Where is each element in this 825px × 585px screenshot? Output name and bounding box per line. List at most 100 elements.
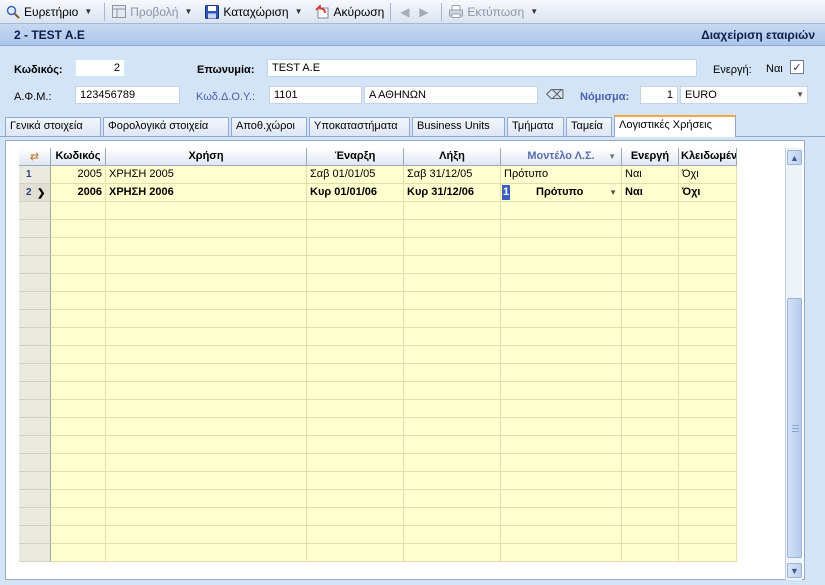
tab-departments[interactable]: Τμήματα	[507, 117, 564, 136]
grid-cell[interactable]	[501, 526, 622, 544]
grid-cell[interactable]	[404, 292, 501, 310]
grid-cell[interactable]	[404, 328, 501, 346]
grid-cell[interactable]	[679, 526, 737, 544]
grid-cell[interactable]	[622, 202, 679, 220]
grid-cell[interactable]	[307, 256, 404, 274]
grid-cell[interactable]	[404, 544, 501, 562]
grid-cell[interactable]	[404, 202, 501, 220]
grid-cell[interactable]	[622, 364, 679, 382]
cell-end[interactable]: Σαβ 31/12/05	[404, 166, 501, 184]
grid-cell[interactable]	[622, 490, 679, 508]
scroll-up-icon[interactable]: ▲	[787, 150, 802, 165]
grid-cell[interactable]	[501, 382, 622, 400]
grid-cell[interactable]	[51, 238, 106, 256]
grid-cell[interactable]	[51, 472, 106, 490]
grid-corner[interactable]: ⇄	[19, 148, 51, 166]
tab-business-units[interactable]: Business Units	[412, 117, 505, 136]
tab-cashboxes[interactable]: Ταμεία	[566, 117, 612, 136]
grid-cell[interactable]	[106, 310, 307, 328]
grid-cell[interactable]	[622, 274, 679, 292]
chevron-down-icon[interactable]: ▼	[295, 7, 303, 16]
grid-cell[interactable]	[501, 544, 622, 562]
col-header-code[interactable]: Κωδικός	[51, 148, 106, 166]
grid-cell[interactable]	[106, 256, 307, 274]
table-row-empty[interactable]	[19, 508, 737, 526]
grid-cell[interactable]	[51, 256, 106, 274]
grid-cell[interactable]	[622, 310, 679, 328]
eraser-icon[interactable]: ⌫	[546, 87, 564, 103]
grid-cell[interactable]	[404, 364, 501, 382]
grid-cell[interactable]	[501, 274, 622, 292]
tab-fiscal-years[interactable]: Λογιστικές Χρήσεις	[614, 115, 736, 137]
tab-tax[interactable]: Φορολογικά στοιχεία	[103, 117, 229, 136]
grid-cell[interactable]	[622, 400, 679, 418]
afm-field[interactable]: 123456789	[75, 86, 180, 104]
grid-cell[interactable]	[106, 220, 307, 238]
grid-cell[interactable]	[622, 418, 679, 436]
scroll-down-icon[interactable]: ▼	[787, 563, 802, 578]
chevron-down-icon[interactable]: ▼	[184, 7, 192, 16]
grid-cell[interactable]	[51, 508, 106, 526]
grid-cell[interactable]	[106, 490, 307, 508]
grid-cell[interactable]	[679, 328, 737, 346]
grid-cell[interactable]	[501, 436, 622, 454]
grid-cell[interactable]	[307, 544, 404, 562]
grid-cell[interactable]	[106, 400, 307, 418]
grid-cell[interactable]	[622, 292, 679, 310]
grid-vertical-scrollbar[interactable]: ▲ ▼	[785, 148, 802, 580]
grid-cell[interactable]	[307, 292, 404, 310]
grid-cell[interactable]	[501, 418, 622, 436]
grid-cell[interactable]	[307, 220, 404, 238]
arrow-left-icon[interactable]: ◀	[397, 5, 412, 19]
grid-cell[interactable]	[501, 220, 622, 238]
grid-cell[interactable]	[307, 238, 404, 256]
cell-code[interactable]: 2006	[51, 184, 106, 202]
grid-cell[interactable]	[679, 400, 737, 418]
grid-cell[interactable]	[501, 328, 622, 346]
table-row-empty[interactable]	[19, 382, 737, 400]
grid-cell[interactable]	[106, 274, 307, 292]
grid-cell[interactable]	[404, 436, 501, 454]
grid-cell[interactable]	[51, 382, 106, 400]
grid-cell[interactable]	[51, 490, 106, 508]
grid-cell[interactable]	[622, 472, 679, 490]
grid-cell[interactable]	[622, 382, 679, 400]
chevron-down-icon[interactable]: ▼	[609, 184, 617, 201]
table-row-empty[interactable]	[19, 364, 737, 382]
grid-cell[interactable]	[679, 472, 737, 490]
grid-cell[interactable]	[307, 328, 404, 346]
grid-cell[interactable]	[622, 256, 679, 274]
grid-cell[interactable]	[106, 436, 307, 454]
grid-cell[interactable]	[501, 238, 622, 256]
col-header-active[interactable]: Ενεργή	[622, 148, 679, 166]
grid-cell[interactable]	[501, 256, 622, 274]
grid-cell[interactable]	[501, 364, 622, 382]
table-row-empty[interactable]	[19, 202, 737, 220]
grid-cell[interactable]	[307, 508, 404, 526]
grid-cell[interactable]	[679, 508, 737, 526]
grid-cell[interactable]	[307, 310, 404, 328]
grid-cell[interactable]	[51, 346, 106, 364]
grid-cell[interactable]	[679, 436, 737, 454]
table-row-empty[interactable]	[19, 256, 737, 274]
grid-cell[interactable]	[51, 364, 106, 382]
table-row[interactable]: 2005 ΧΡΗΣΗ 2005 Σαβ 01/01/05 Σαβ 31/12/0…	[19, 166, 737, 184]
table-row-empty[interactable]	[19, 472, 737, 490]
grid-cell[interactable]	[51, 526, 106, 544]
table-row-empty[interactable]	[19, 544, 737, 562]
active-checkbox[interactable]: ✓	[790, 60, 804, 74]
cell-start[interactable]: Κυρ 01/01/06	[307, 184, 404, 202]
grid-cell[interactable]	[404, 274, 501, 292]
cell-locked[interactable]: Όχι	[679, 166, 737, 184]
grid-cell[interactable]	[404, 526, 501, 544]
cell-model-editor[interactable]: 1 Πρότυπο ▼	[501, 184, 622, 202]
doy-name-field[interactable]: Α ΑΘΗΝΩΝ	[364, 86, 538, 104]
table-row-empty[interactable]	[19, 238, 737, 256]
cell-model[interactable]: Πρότυπο	[501, 166, 622, 184]
table-row-empty[interactable]	[19, 526, 737, 544]
grid-cell[interactable]	[106, 346, 307, 364]
grid-cell[interactable]	[404, 490, 501, 508]
grid-cell[interactable]	[622, 220, 679, 238]
cell-end[interactable]: Κυρ 31/12/06	[404, 184, 501, 202]
grid-cell[interactable]	[307, 274, 404, 292]
